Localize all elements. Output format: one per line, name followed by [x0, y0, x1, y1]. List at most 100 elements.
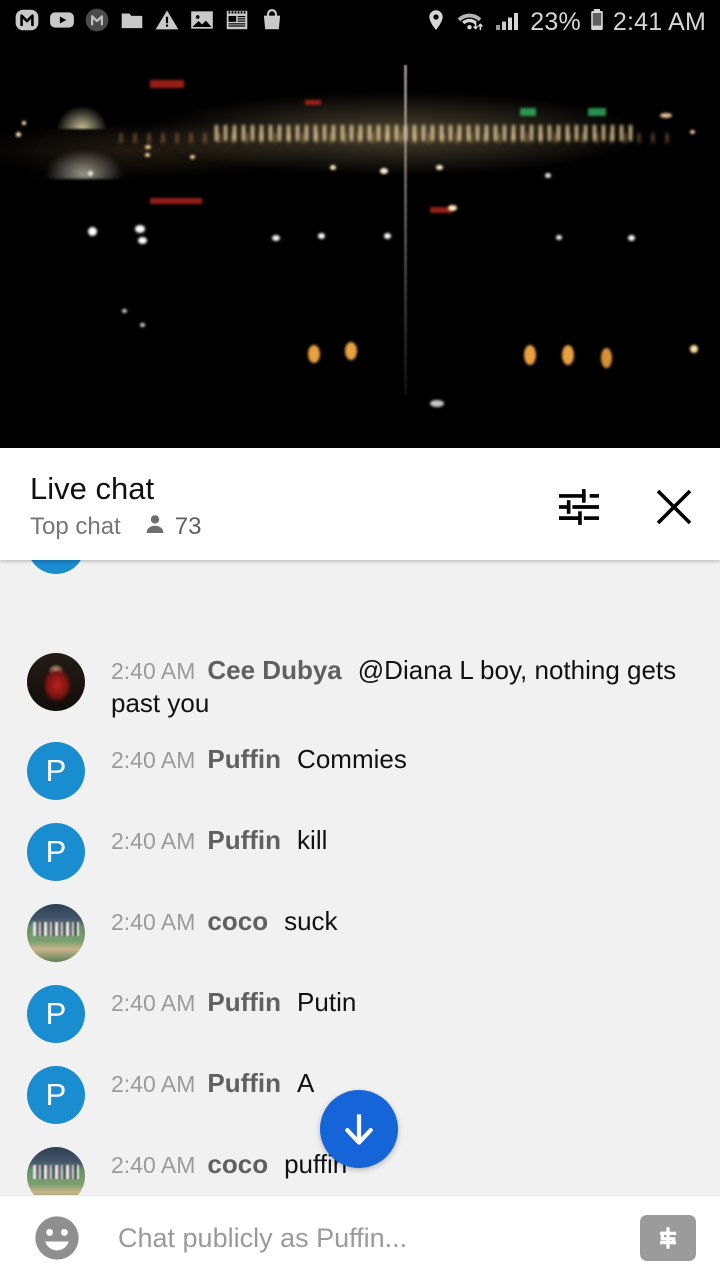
point-light	[690, 345, 698, 353]
viewer-count: 73	[143, 512, 202, 541]
video-player[interactable]	[0, 45, 720, 448]
status-bar-notifications	[14, 7, 285, 38]
clock-label: 2:41 AM	[612, 8, 706, 36]
message-time: 2:40 AM	[111, 658, 196, 684]
chat-input[interactable]	[84, 1222, 640, 1254]
message-author[interactable]: Puffin	[207, 1068, 281, 1098]
message-author[interactable]: Cee Dubya	[207, 655, 341, 685]
light-smear	[588, 108, 606, 116]
chat-mode-label[interactable]: Top chat	[30, 514, 121, 539]
avatar[interactable]: P	[27, 823, 85, 881]
list-item[interactable]: P	[0, 560, 720, 640]
point-light	[140, 323, 145, 327]
battery-percent-label: 23%	[530, 8, 581, 36]
emoji-picker-button[interactable]	[30, 1211, 84, 1265]
avatar[interactable]	[27, 904, 85, 962]
avatar[interactable]	[27, 653, 85, 711]
avatar-initial: P	[45, 1077, 67, 1112]
photo-icon	[189, 7, 215, 38]
message-body: 2:40 AM Cee Dubya @Diana L boy, nothing ge…	[85, 650, 698, 719]
point-light	[308, 345, 320, 363]
message-time: 2:40 AM	[111, 1152, 196, 1178]
message-text: suck	[284, 906, 338, 936]
folder-icon	[119, 7, 145, 38]
message-author[interactable]: coco	[207, 1149, 268, 1179]
avatar-initial: P	[45, 996, 67, 1031]
dollar-sign-icon	[659, 1227, 677, 1249]
city-skyline-lights	[215, 125, 635, 141]
point-light	[318, 233, 325, 239]
avatar[interactable]: P	[27, 742, 85, 800]
arrow-down-icon	[345, 1114, 373, 1145]
avatar[interactable]: P	[27, 985, 85, 1043]
avatar[interactable]	[27, 1147, 85, 1195]
message-author[interactable]: Puffin	[207, 987, 281, 1017]
point-light	[436, 165, 443, 170]
light-smear	[150, 198, 202, 204]
list-item[interactable]: 2:40 AM coco suck	[0, 891, 720, 972]
scroll-to-bottom-button[interactable]	[320, 1090, 398, 1168]
avatar-initial: P	[45, 753, 67, 788]
point-light	[138, 237, 147, 244]
light-pole	[404, 65, 407, 395]
close-chat-button[interactable]	[650, 483, 698, 531]
point-light	[690, 130, 695, 134]
point-light	[601, 348, 612, 368]
status-bar-system: 23% 2:41 AM	[424, 7, 706, 38]
warning-triangle-icon	[154, 7, 180, 38]
message-time: 2:40 AM	[111, 990, 196, 1016]
point-light	[145, 145, 151, 149]
tune-sliders-icon	[558, 489, 600, 525]
point-light	[660, 113, 672, 118]
list-item[interactable]: P 2:40 AM Puffin Putin	[0, 972, 720, 1053]
point-light	[330, 165, 336, 170]
point-light	[16, 132, 21, 137]
message-text: A	[297, 1068, 315, 1098]
point-light	[524, 345, 536, 365]
list-item[interactable]: P 2:40 AM Puffin kill	[0, 810, 720, 891]
avatar-initial: P	[45, 834, 67, 869]
live-chat-header: Live chat Top chat 73	[0, 453, 720, 560]
point-light	[145, 153, 150, 157]
message-body: 2:40 AM Puffin Commies	[85, 739, 698, 776]
light-smear	[520, 108, 536, 116]
list-item[interactable]: P 2:40 AM Puffin Commies	[0, 729, 720, 810]
page-title: Live chat	[30, 471, 155, 506]
point-light	[430, 400, 444, 407]
location-pin-icon	[424, 7, 448, 38]
gmail-circle-icon	[84, 7, 110, 38]
chat-header-meta: Top chat 73	[30, 512, 201, 541]
status-bar: 23% 2:41 AM	[0, 0, 720, 45]
point-light	[190, 155, 195, 159]
point-light	[556, 235, 562, 240]
message-body: 2:40 AM Puffin Putin	[85, 982, 698, 1019]
point-light	[562, 345, 574, 365]
message-body: 2:40 AM Puffin kill	[85, 820, 698, 857]
point-light	[88, 171, 93, 176]
message-author[interactable]: Puffin	[207, 744, 281, 774]
shopping-bag-icon	[259, 7, 285, 38]
super-chat-button[interactable]	[640, 1215, 696, 1261]
message-body: 2:40 AM coco suck	[85, 901, 698, 938]
battery-icon	[589, 7, 605, 38]
message-text: kill	[297, 825, 328, 855]
avatar[interactable]: P	[27, 1066, 85, 1124]
message-author[interactable]: coco	[207, 906, 268, 936]
message-author[interactable]: Puffin	[207, 825, 281, 855]
message-text: Commies	[297, 744, 407, 774]
message-time: 2:40 AM	[111, 828, 196, 854]
viewer-count-label: 73	[174, 512, 202, 540]
point-light	[384, 233, 391, 239]
mail-app-icon	[14, 7, 40, 38]
list-item[interactable]: 2:40 AM Cee Dubya @Diana L boy, nothing ge…	[0, 640, 720, 729]
night-sky	[0, 45, 720, 448]
point-light	[122, 309, 127, 313]
chat-settings-button[interactable]	[556, 484, 602, 530]
point-light	[628, 235, 635, 241]
avatar[interactable]: P	[27, 560, 85, 574]
news-icon	[224, 7, 250, 38]
point-light	[135, 225, 145, 233]
light-smear	[305, 100, 321, 105]
emoji-smiley-icon	[35, 1216, 79, 1260]
signal-bars-icon	[494, 7, 522, 38]
